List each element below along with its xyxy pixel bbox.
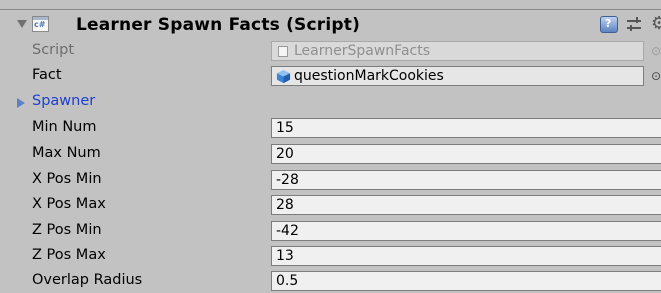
- label-z-pos-max[interactable]: Z Pos Max: [32, 247, 106, 264]
- fact-value: questionMarkCookies: [294, 68, 444, 84]
- label-max-num[interactable]: Max Num: [32, 145, 101, 162]
- max-num-value: 20: [276, 146, 294, 162]
- row-script: Script LearnerSpawnFacts ⊙: [0, 38, 661, 63]
- label-x-pos-min[interactable]: X Pos Min: [32, 171, 102, 188]
- x-pos-max-input[interactable]: 28: [271, 195, 661, 215]
- z-pos-min-value: -42: [276, 223, 299, 239]
- component-title: Learner Spawn Facts (Script): [76, 15, 361, 35]
- fact-field[interactable]: questionMarkCookies: [271, 66, 644, 86]
- row-max-num: Max Num 20: [0, 141, 661, 166]
- row-fact: Fact questionMarkCookies ⊙: [0, 63, 661, 88]
- script-field: LearnerSpawnFacts: [271, 41, 644, 61]
- object-picker-icon: ⊙: [651, 44, 661, 58]
- label-fact: Fact: [32, 67, 62, 83]
- x-pos-max-value: 28: [276, 197, 294, 213]
- overlap-radius-value: 0.5: [276, 273, 299, 289]
- label-z-pos-min[interactable]: Z Pos Min: [32, 222, 102, 239]
- prefab-cube-icon: [276, 69, 291, 84]
- label-x-pos-max[interactable]: X Pos Max: [32, 196, 106, 213]
- label-spawner[interactable]: Spawner: [32, 93, 95, 110]
- label-script: Script: [32, 42, 75, 58]
- x-pos-min-value: -28: [276, 172, 299, 188]
- foldout-triangle-icon[interactable]: [17, 20, 27, 28]
- presets-sliders-icon[interactable]: [627, 17, 641, 33]
- overlap-radius-input[interactable]: 0.5: [271, 271, 661, 291]
- z-pos-max-value: 13: [276, 248, 294, 264]
- z-pos-max-input[interactable]: 13: [271, 246, 661, 266]
- csharp-script-icon: c#: [32, 16, 49, 32]
- script-icon-text: c#: [34, 20, 46, 29]
- row-spawner[interactable]: Spawner: [0, 89, 661, 114]
- label-overlap-radius[interactable]: Overlap Radius: [32, 272, 142, 289]
- label-min-num[interactable]: Min Num: [32, 119, 97, 136]
- x-pos-min-input[interactable]: -28: [271, 170, 661, 190]
- row-x-pos-min: X Pos Min -28: [0, 167, 661, 192]
- max-num-input[interactable]: 20: [271, 144, 661, 164]
- min-num-value: 15: [276, 120, 294, 136]
- object-picker-icon[interactable]: ⊙: [651, 69, 661, 83]
- row-x-pos-max: X Pos Max 28: [0, 192, 661, 217]
- row-z-pos-max: Z Pos Max 13: [0, 243, 661, 268]
- inspector-top-border: [0, 0, 661, 10]
- script-file-icon: [278, 46, 288, 57]
- help-book-icon[interactable]: ?: [600, 16, 618, 33]
- z-pos-min-input[interactable]: -42: [271, 221, 661, 241]
- row-z-pos-min: Z Pos Min -42: [0, 218, 661, 243]
- gear-icon[interactable]: ⚙: [651, 15, 661, 33]
- min-num-input[interactable]: 15: [271, 118, 661, 138]
- script-value: LearnerSpawnFacts: [294, 43, 431, 59]
- foldout-arrow-icon[interactable]: [17, 98, 25, 108]
- row-overlap-radius: Overlap Radius 0.5: [0, 268, 661, 293]
- row-min-num: Min Num 15: [0, 115, 661, 140]
